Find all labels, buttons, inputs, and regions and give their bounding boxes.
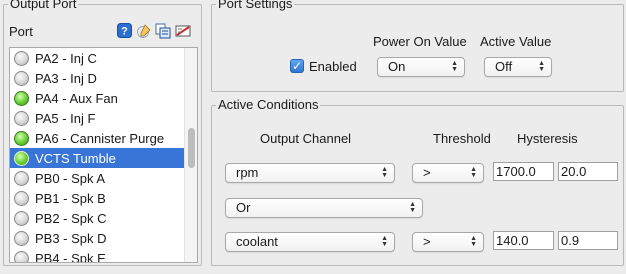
enabled-checkbox[interactable]: ✓: [290, 59, 304, 73]
svg-text:?: ?: [121, 26, 128, 38]
list-scrollbar[interactable]: [184, 48, 197, 262]
list-item[interactable]: PB2 - Spk C: [10, 208, 184, 228]
enabled-label: Enabled: [309, 59, 357, 74]
edit-icon[interactable]: [135, 22, 152, 39]
output-port-title: Output Port: [8, 0, 79, 12]
active-value: Off: [495, 59, 513, 74]
list-item[interactable]: PA3 - Inj D: [10, 68, 184, 88]
active-value-header: Active Value: [480, 34, 552, 49]
port-item-label: PB3 - Spk D: [35, 230, 107, 246]
active-value-select[interactable]: Off ▲ ▼: [484, 57, 552, 77]
channel-value: coolant: [236, 234, 278, 249]
port-item-label: PA6 - Cannister Purge: [35, 130, 165, 146]
status-led-icon: [14, 110, 29, 126]
operator-select-1[interactable]: > ▲ ▼: [412, 163, 484, 183]
status-led-icon: [14, 250, 29, 262]
list-item[interactable]: PA4 - Aux Fan: [10, 88, 184, 108]
updown-arrows-icon: ▲ ▼: [381, 235, 388, 248]
port-settings-panel: Port Settings Power On Value Active Valu…: [211, 0, 624, 92]
port-item-label: PB0 - Spk A: [35, 170, 106, 186]
port-item-label: PA2 - Inj C: [35, 50, 97, 66]
list-item[interactable]: PB1 - Spk B: [10, 188, 184, 208]
status-led-icon: [14, 70, 29, 86]
port-item-label: PB1 - Spk B: [35, 190, 106, 206]
power-on-value-select[interactable]: On ▲ ▼: [377, 57, 465, 77]
updown-arrows-icon: ▲ ▼: [381, 166, 388, 179]
status-led-icon: [14, 210, 29, 226]
port-list[interactable]: PA2 - Inj C PA3 - Inj D PA4 - Aux Fan PA…: [9, 47, 198, 263]
list-item[interactable]: PB0 - Spk A: [10, 168, 184, 188]
port-label: Port: [9, 24, 33, 39]
list-item[interactable]: VCTS Tumble: [10, 148, 184, 168]
output-channel-header: Output Channel: [260, 131, 352, 146]
output-port-panel: Output Port Port ? PA2 - Inj C PA3 - Inj…: [3, 0, 202, 266]
scrollbar-thumb[interactable]: [188, 128, 195, 168]
threshold-input-2[interactable]: 140.0: [493, 231, 554, 250]
operator-value: >: [423, 234, 431, 249]
status-led-icon: [14, 130, 29, 146]
threshold-input-1[interactable]: 1700.0: [493, 162, 554, 181]
threshold-header: Threshold: [433, 131, 491, 146]
power-on-value-header: Power On Value: [373, 34, 467, 49]
list-item[interactable]: PB4 - Spk E: [10, 248, 184, 263]
port-item-label: PB2 - Spk C: [35, 210, 107, 226]
port-item-label: PA5 - Inj F: [35, 110, 96, 126]
hysteresis-header: Hysteresis: [517, 131, 578, 146]
status-led-icon: [14, 170, 29, 186]
hysteresis-input-1[interactable]: 20.0: [558, 162, 618, 181]
operator-value: >: [423, 165, 431, 180]
status-led-icon: [14, 190, 29, 206]
logic-select[interactable]: Or ▲ ▼: [225, 198, 423, 218]
status-led-icon: [14, 230, 29, 246]
list-item[interactable]: PA6 - Cannister Purge: [10, 128, 184, 148]
port-item-label: PA4 - Aux Fan: [35, 90, 118, 106]
active-conditions-title: Active Conditions: [216, 97, 321, 113]
help-icon[interactable]: ?: [116, 22, 133, 39]
updown-arrows-icon: ▲ ▼: [409, 201, 416, 214]
status-led-icon: [14, 50, 29, 66]
updown-arrows-icon: ▲ ▼: [470, 166, 477, 179]
status-led-icon: [14, 90, 29, 106]
port-item-label: VCTS Tumble: [35, 150, 116, 166]
list-item[interactable]: PA2 - Inj C: [10, 48, 184, 68]
clear-icon[interactable]: [174, 22, 191, 39]
channel-select-2[interactable]: coolant ▲ ▼: [225, 232, 395, 252]
list-item[interactable]: PA5 - Inj F: [10, 108, 184, 128]
port-item-label: PA3 - Inj D: [35, 70, 97, 86]
list-item[interactable]: PB3 - Spk D: [10, 228, 184, 248]
logic-value: Or: [236, 200, 251, 215]
operator-select-2[interactable]: > ▲ ▼: [412, 232, 484, 252]
updown-arrows-icon: ▲ ▼: [538, 60, 545, 73]
updown-arrows-icon: ▲ ▼: [470, 235, 477, 248]
active-conditions-panel: Active Conditions Output Channel Thresho…: [211, 97, 624, 266]
copy-icon[interactable]: [154, 22, 171, 39]
status-led-icon: [14, 150, 29, 166]
updown-arrows-icon: ▲ ▼: [451, 60, 458, 73]
port-item-label: PB4 - Spk E: [35, 250, 106, 263]
channel-value: rpm: [236, 165, 259, 180]
channel-select-1[interactable]: rpm ▲ ▼: [225, 163, 395, 183]
hysteresis-input-2[interactable]: 0.9: [558, 231, 618, 250]
power-on-value: On: [388, 59, 406, 74]
port-settings-title: Port Settings: [216, 0, 295, 12]
